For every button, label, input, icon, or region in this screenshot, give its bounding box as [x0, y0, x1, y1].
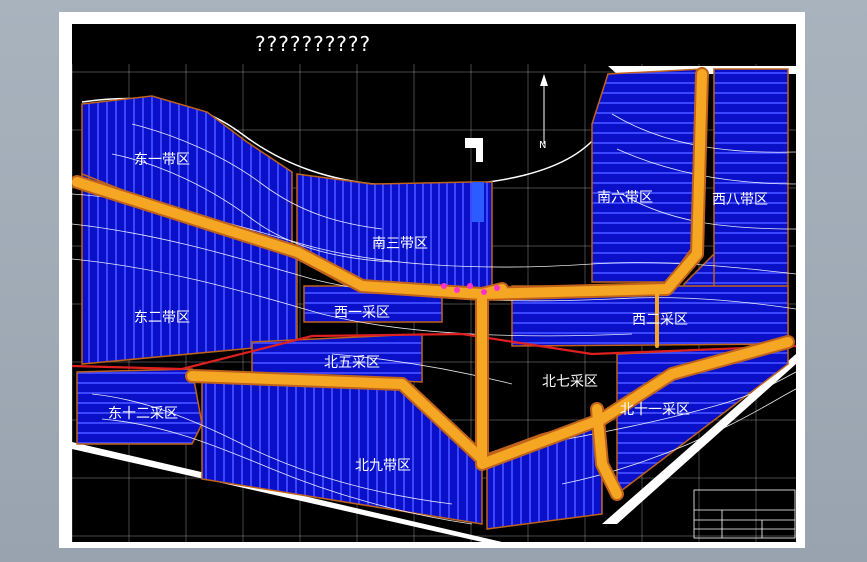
- zone-label-east-2: 东二带区: [134, 310, 190, 326]
- survey-marker: [441, 283, 447, 289]
- mining-panel: [591, 68, 703, 283]
- zone-label-north-7: 北七采区: [542, 374, 598, 390]
- building-marker: [465, 138, 483, 162]
- survey-marker: [467, 283, 473, 289]
- zone-label-west-8: 西八带区: [712, 192, 768, 208]
- zone-label-north-5: 北五采区: [324, 355, 380, 371]
- zone-label-north-9: 北九带区: [355, 458, 411, 474]
- mining-panel: [201, 373, 483, 525]
- zone-label-south-3: 南三带区: [372, 236, 428, 252]
- survey-marker: [454, 287, 460, 293]
- survey-marker: [481, 289, 487, 295]
- zone-label-east-1: 东一带区: [134, 152, 190, 168]
- mining-panel: [296, 173, 493, 295]
- zone-label-north-10: 北十一采区: [620, 402, 690, 418]
- drawing-title: ??????????: [255, 32, 371, 56]
- survey-marker: [494, 285, 500, 291]
- mine-layout-drawing: N ?????????? 东一带区 南三带区 南六带区 西八带区 东二带区 西一…: [72, 32, 796, 542]
- highlight-strip: [472, 182, 484, 222]
- zone-label-south-6: 南六带区: [597, 190, 653, 206]
- zone-label-west-4: 西一采区: [334, 305, 390, 321]
- cad-canvas[interactable]: N ?????????? 东一带区 南三带区 南六带区 西八带区 东二带区 西一…: [72, 24, 796, 542]
- zone-label-west-1: 西二采区: [632, 312, 688, 328]
- north-label: N: [539, 140, 546, 151]
- title-block: [693, 489, 796, 539]
- zone-label-east-12: 东十二采区: [108, 406, 178, 422]
- north-arrow: N: [539, 74, 548, 151]
